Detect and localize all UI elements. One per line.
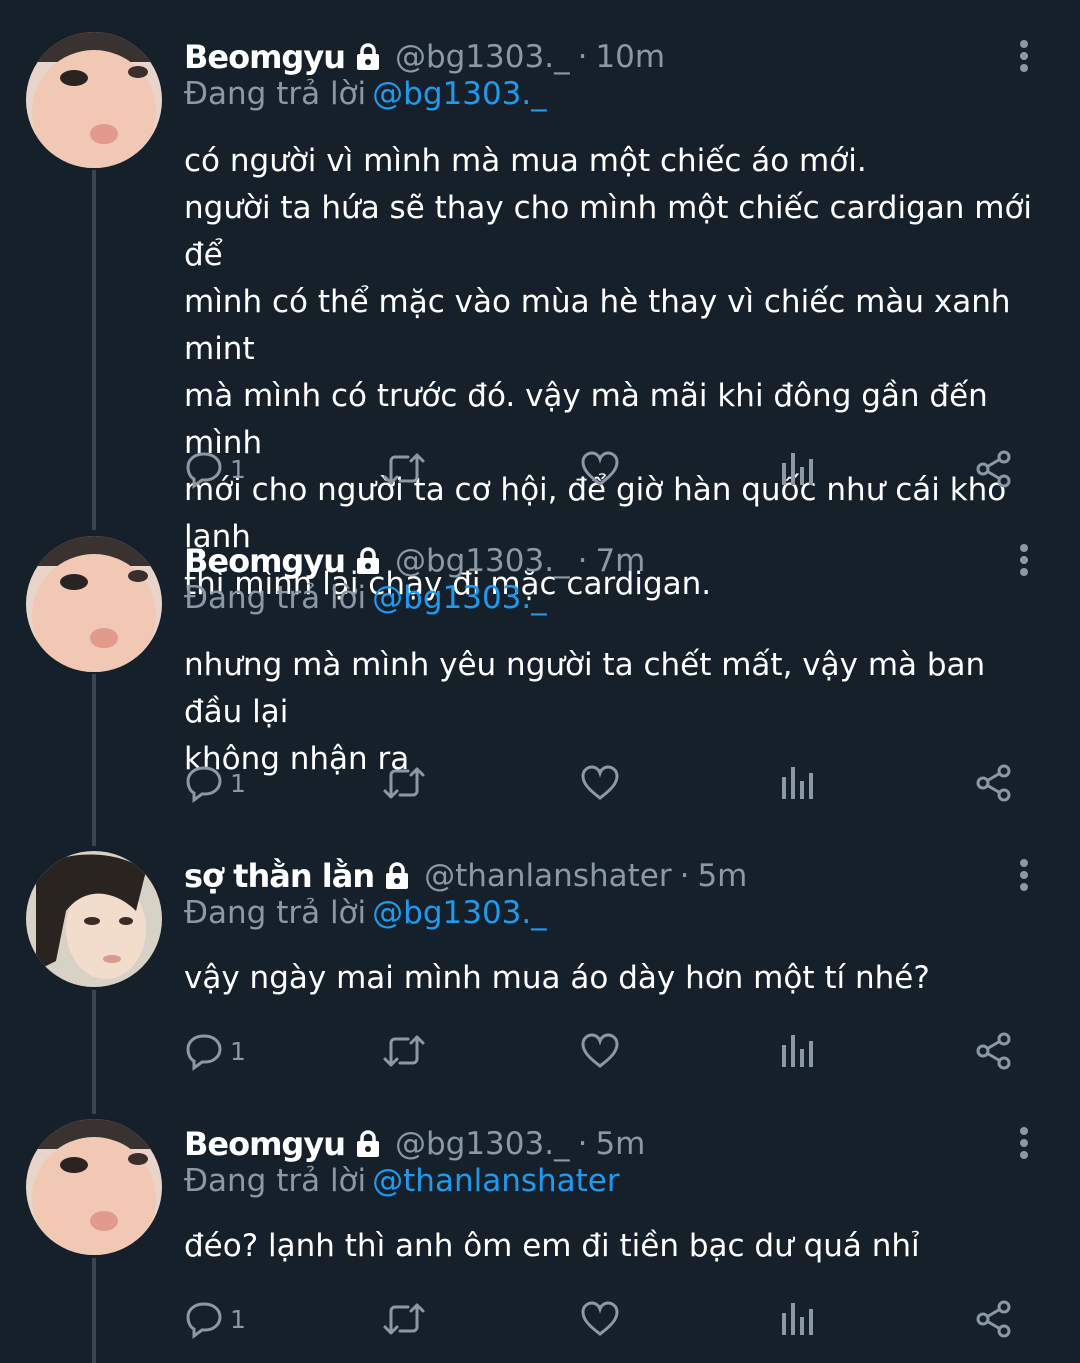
- like-button[interactable]: [580, 758, 620, 808]
- display-name[interactable]: Beomgyu: [184, 1125, 346, 1163]
- analytics-icon: [780, 1299, 816, 1339]
- separator-dot: ·: [679, 858, 690, 894]
- share-button[interactable]: [974, 1026, 1014, 1076]
- lock-icon: [382, 861, 412, 891]
- tweet[interactable]: Beomgyu @bg1303._ · 10m Đang trả lời @bg1…: [0, 32, 1080, 602]
- replying-to-label: Đang trả lời: [184, 580, 367, 616]
- avatar[interactable]: [26, 1119, 162, 1255]
- tweet[interactable]: Beomgyu @bg1303._ · 7m Đang trả lời @bg13…: [0, 536, 1080, 826]
- like-icon: [580, 763, 620, 803]
- replying-to: Đang trả lời @bg1303._: [184, 895, 547, 931]
- reply-count: 1: [230, 1304, 246, 1334]
- mention-link[interactable]: @thanlanshater: [372, 1163, 619, 1199]
- replying-to-label: Đang trả lời: [184, 76, 367, 112]
- reply-button[interactable]: 1: [184, 758, 246, 808]
- reply-button[interactable]: 1: [184, 444, 246, 494]
- display-name[interactable]: Beomgyu: [184, 38, 346, 76]
- tweet-header: sợ thằn lằn @thanlanshater · 5m: [184, 851, 747, 901]
- separator-dot: ·: [577, 1126, 588, 1162]
- user-handle[interactable]: @thanlanshater: [424, 858, 671, 894]
- tweet-actions: 1: [184, 444, 1034, 494]
- more-icon[interactable]: [1010, 855, 1038, 895]
- more-icon[interactable]: [1010, 36, 1038, 76]
- retweet-button[interactable]: [382, 1294, 426, 1344]
- replying-to: Đang trả lời @bg1303._: [184, 76, 547, 112]
- like-button[interactable]: [580, 1294, 620, 1344]
- analytics-icon: [780, 763, 816, 803]
- user-handle[interactable]: @bg1303._: [395, 39, 570, 75]
- separator-dot: ·: [577, 39, 588, 75]
- lock-icon: [353, 42, 383, 72]
- analytics-button[interactable]: [780, 1026, 816, 1076]
- share-icon: [974, 763, 1014, 803]
- retweet-icon: [382, 763, 426, 803]
- avatar[interactable]: [26, 851, 162, 987]
- mention-link[interactable]: @bg1303._: [372, 580, 547, 616]
- analytics-icon: [780, 1031, 816, 1071]
- avatar[interactable]: [26, 32, 162, 168]
- tweet-text: đéo? lạnh thì anh ôm em đi tiền bạc dư q…: [184, 1228, 920, 1264]
- reply-icon: [184, 1031, 224, 1071]
- replying-to-label: Đang trả lời: [184, 895, 367, 931]
- more-icon[interactable]: [1010, 540, 1038, 580]
- tweet[interactable]: sợ thằn lằn @thanlanshater · 5m Đang trả…: [0, 851, 1080, 1091]
- tweet[interactable]: Beomgyu @bg1303._ · 5m Đang trả lời @than…: [0, 1119, 1080, 1363]
- share-button[interactable]: [974, 1294, 1014, 1344]
- lock-icon: [353, 546, 383, 576]
- reply-count: 1: [230, 768, 246, 798]
- retweet-button[interactable]: [382, 758, 426, 808]
- user-handle[interactable]: @bg1303._: [395, 1126, 570, 1162]
- reply-button[interactable]: 1: [184, 1026, 246, 1076]
- reply-icon: [184, 763, 224, 803]
- analytics-icon: [780, 449, 816, 489]
- timestamp[interactable]: 5m: [697, 858, 747, 894]
- retweet-icon: [382, 449, 426, 489]
- reply-button[interactable]: 1: [184, 1294, 246, 1344]
- timestamp[interactable]: 7m: [595, 543, 645, 579]
- share-icon: [974, 1031, 1014, 1071]
- mention-link[interactable]: @bg1303._: [372, 76, 547, 112]
- timestamp[interactable]: 5m: [595, 1126, 645, 1162]
- analytics-button[interactable]: [780, 444, 816, 494]
- reply-icon: [184, 1299, 224, 1339]
- more-icon[interactable]: [1010, 1123, 1038, 1163]
- display-name[interactable]: Beomgyu: [184, 542, 346, 580]
- reply-icon: [184, 449, 224, 489]
- tweet-header: Beomgyu @bg1303._ · 7m: [184, 536, 645, 586]
- like-icon: [580, 1299, 620, 1339]
- tweet-header: Beomgyu @bg1303._ · 10m: [184, 32, 665, 82]
- lock-icon: [353, 1129, 383, 1159]
- tweet-actions: 1: [184, 758, 1034, 808]
- retweet-icon: [382, 1031, 426, 1071]
- avatar[interactable]: [26, 536, 162, 672]
- like-icon: [580, 1031, 620, 1071]
- tweet-text: vậy ngày mai mình mua áo dày hơn một tí …: [184, 960, 930, 996]
- reply-count: 1: [230, 454, 246, 484]
- display-name[interactable]: sợ thằn lằn: [184, 857, 375, 895]
- like-button[interactable]: [580, 1026, 620, 1076]
- retweet-button[interactable]: [382, 1026, 426, 1076]
- share-button[interactable]: [974, 444, 1014, 494]
- tweet-actions: 1: [184, 1026, 1034, 1076]
- like-icon: [580, 449, 620, 489]
- reply-count: 1: [230, 1036, 246, 1066]
- replying-to: Đang trả lời @thanlanshater: [184, 1163, 620, 1199]
- like-button[interactable]: [580, 444, 620, 494]
- tweet-header: Beomgyu @bg1303._ · 5m: [184, 1119, 645, 1169]
- replying-to: Đang trả lời @bg1303._: [184, 580, 547, 616]
- retweet-button[interactable]: [382, 444, 426, 494]
- user-handle[interactable]: @bg1303._: [395, 543, 570, 579]
- replying-to-label: Đang trả lời: [184, 1163, 367, 1199]
- timestamp[interactable]: 10m: [595, 39, 665, 75]
- share-icon: [974, 1299, 1014, 1339]
- retweet-icon: [382, 1299, 426, 1339]
- mention-link[interactable]: @bg1303._: [372, 895, 547, 931]
- separator-dot: ·: [577, 543, 588, 579]
- analytics-button[interactable]: [780, 758, 816, 808]
- share-icon: [974, 449, 1014, 489]
- tweet-actions: 1: [184, 1294, 1034, 1344]
- analytics-button[interactable]: [780, 1294, 816, 1344]
- share-button[interactable]: [974, 758, 1014, 808]
